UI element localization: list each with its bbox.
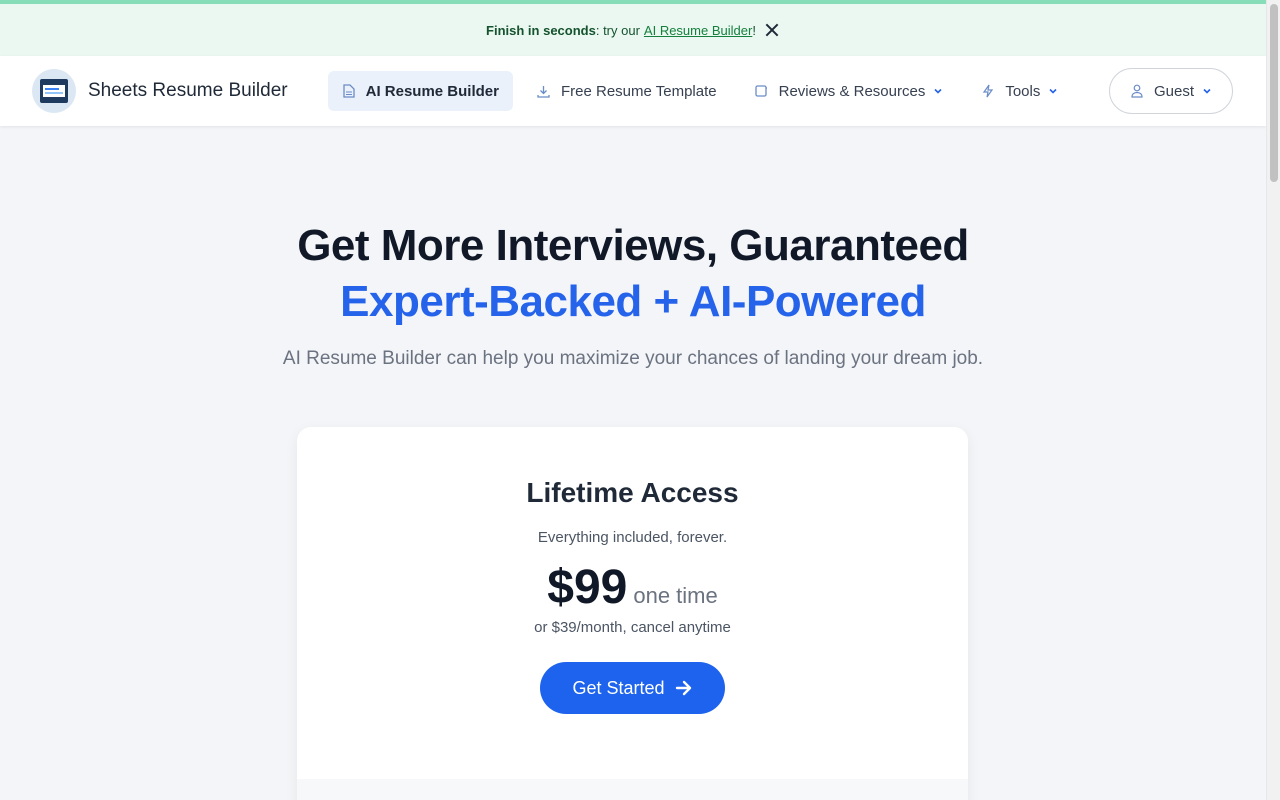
brand-name: Sheets Resume Builder — [88, 80, 288, 101]
nav-label: Free Resume Template — [560, 82, 717, 100]
hero-title: Get More Interviews, Guaranteed — [297, 221, 969, 270]
chevron-down-icon — [1202, 86, 1212, 96]
nav-item-ai-resume-builder[interactable]: AI Resume Builder — [327, 71, 513, 111]
nav-item-reviews-resources[interactable]: Reviews & Resources — [741, 71, 958, 111]
nav-item-free-resume-template[interactable]: Free Resume Template — [523, 71, 731, 111]
hero-description: AI Resume Builder can help you maximize … — [282, 348, 984, 369]
banner-link[interactable]: AI Resume Builder — [644, 23, 752, 38]
announcement-banner: Finish in seconds : try our AI Resume Bu… — [0, 4, 1266, 56]
price-row: $99 one time — [297, 560, 968, 615]
get-started-button[interactable]: Get Started — [540, 662, 725, 714]
navbar: Sheets Resume Builder AI Resume Builder … — [0, 56, 1266, 126]
guest-menu-button[interactable]: Guest — [1109, 68, 1233, 114]
banner-suffix: ! — [752, 22, 756, 38]
brand-link[interactable]: Sheets Resume Builder — [32, 69, 288, 113]
hero-section: Get More Interviews, Guaranteed Expert-B… — [0, 126, 1266, 370]
document-icon — [342, 84, 356, 98]
pricing-title: Lifetime Access — [526, 477, 739, 508]
close-icon[interactable] — [764, 22, 780, 38]
scrollbar-thumb[interactable] — [1270, 4, 1278, 182]
chevron-down-icon — [1048, 86, 1058, 96]
card-footer — [297, 779, 968, 800]
user-icon — [1130, 84, 1144, 98]
pricing-card: Lifetime Access Everything included, for… — [297, 427, 968, 800]
banner-bold-text: Finish in seconds — [486, 22, 596, 38]
banner-text: : try our — [595, 22, 640, 38]
nav-label: AI Resume Builder — [365, 82, 499, 100]
nav-label: Reviews & Resources — [778, 82, 926, 100]
book-icon — [755, 84, 769, 98]
scrollbar[interactable] — [1266, 0, 1280, 800]
pricing-subtitle: Everything included, forever. — [537, 529, 728, 546]
price-value: $99 — [547, 561, 628, 614]
hero-subtitle: Expert-Backed + AI-Powered — [340, 277, 926, 326]
nav-label: Tools — [1005, 82, 1041, 100]
guest-label: Guest — [1153, 82, 1195, 100]
download-icon — [537, 84, 551, 98]
nav-menu: AI Resume Builder Free Resume Template R… — [327, 71, 1083, 111]
alt-price: or $39/month, cancel anytime — [534, 619, 731, 636]
logo-icon — [32, 69, 76, 113]
arrow-right-icon — [675, 680, 691, 696]
nav-item-tools[interactable]: Tools — [967, 71, 1072, 111]
lightning-icon — [981, 84, 995, 98]
price-unit: one time — [633, 583, 718, 608]
cta-label: Get Started — [572, 677, 665, 698]
chevron-down-icon — [933, 86, 943, 96]
